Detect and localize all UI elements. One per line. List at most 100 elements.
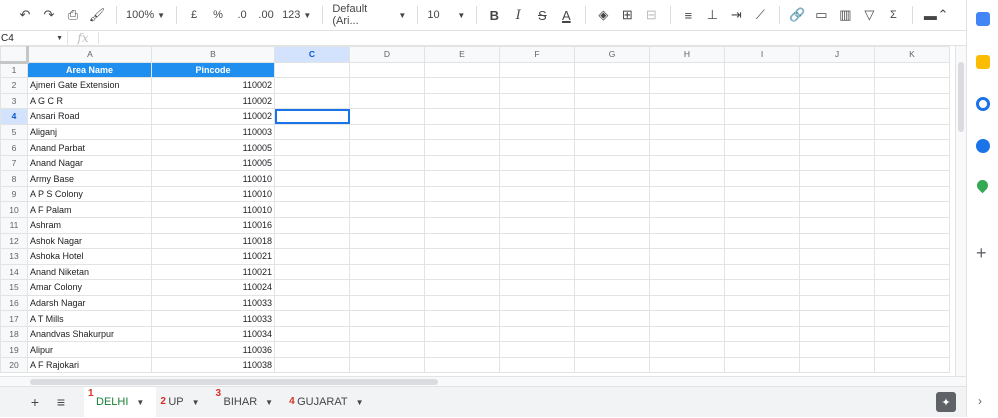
empty-cell[interactable] (424, 325, 500, 343)
comment-icon[interactable]: ▭ (810, 4, 832, 26)
tasks-icon[interactable] (976, 97, 990, 111)
empty-cell[interactable] (649, 201, 725, 219)
empty-cell[interactable] (799, 185, 875, 203)
empty-cell[interactable] (649, 279, 725, 296)
horizontal-scrollbar[interactable] (0, 376, 966, 386)
cell-area-name[interactable]: A P S Colony (27, 185, 152, 203)
font-family-select[interactable]: Default (Ari... ▼ (329, 3, 409, 27)
bold-button[interactable]: B (483, 4, 505, 26)
empty-cell[interactable] (649, 232, 725, 250)
empty-cell[interactable] (649, 61, 725, 79)
contacts-icon[interactable] (976, 139, 990, 153)
cell-area-name[interactable]: A F Palam (27, 201, 152, 219)
empty-cell[interactable] (799, 123, 875, 141)
empty-cell[interactable] (499, 92, 575, 110)
column-header-f[interactable]: F (499, 46, 575, 63)
cell-area-name[interactable]: Aliganj (27, 123, 152, 141)
cell-pincode[interactable]: 110034 (151, 325, 275, 343)
row-header[interactable]: 3 (0, 92, 28, 110)
all-sheets-icon[interactable]: ≡ (50, 391, 72, 413)
empty-cell[interactable] (424, 139, 500, 156)
explore-icon[interactable]: ✦ (936, 392, 956, 412)
empty-cell[interactable] (499, 185, 575, 203)
row-header[interactable]: 6 (0, 139, 28, 156)
sheet-tab-bihar[interactable]: 3 BIHAR ▼ (212, 387, 286, 418)
empty-cell[interactable] (349, 77, 425, 94)
header-cell-area-name[interactable]: Area Name (27, 61, 152, 79)
empty-cell[interactable] (649, 217, 725, 234)
chevron-right-icon[interactable]: › (978, 394, 982, 408)
formula-input[interactable] (105, 31, 966, 45)
empty-cell[interactable] (574, 92, 650, 110)
row-header[interactable]: 18 (0, 325, 28, 343)
empty-cell[interactable] (874, 108, 950, 125)
empty-cell[interactable] (274, 139, 350, 156)
column-header-d[interactable]: D (349, 46, 425, 63)
sheet-tab-up[interactable]: 2 UP ▼ (156, 387, 211, 418)
column-header-k[interactable]: K (874, 46, 950, 63)
cell-area-name[interactable]: Anandvas Shakurpur (27, 325, 152, 343)
empty-cell[interactable] (349, 154, 425, 172)
empty-cell[interactable] (874, 294, 950, 312)
sheet-tab-delhi[interactable]: 1 DELHI ▼ (84, 386, 157, 418)
cell-pincode[interactable]: 110021 (151, 248, 275, 265)
empty-cell[interactable] (574, 263, 650, 281)
empty-cell[interactable] (574, 185, 650, 203)
column-header-i[interactable]: I (724, 46, 800, 63)
horizontal-scrollbar-thumb[interactable] (30, 379, 438, 385)
empty-cell[interactable] (499, 232, 575, 250)
empty-cell[interactable] (574, 279, 650, 296)
empty-cell[interactable] (424, 248, 500, 265)
italic-button[interactable]: I (507, 4, 529, 26)
empty-cell[interactable] (499, 201, 575, 219)
empty-cell[interactable] (349, 185, 425, 203)
empty-cell[interactable] (724, 294, 800, 312)
chevron-down-icon[interactable]: ▼ (265, 398, 273, 407)
chevron-down-icon[interactable]: ▼ (136, 398, 144, 407)
row-header[interactable]: 10 (0, 201, 28, 219)
empty-cell[interactable] (874, 248, 950, 265)
empty-cell[interactable] (349, 108, 425, 125)
empty-cell[interactable] (649, 170, 725, 187)
empty-cell[interactable] (349, 232, 425, 250)
row-header[interactable]: 15 (0, 279, 28, 296)
empty-cell[interactable] (499, 170, 575, 187)
fill-color-icon[interactable]: ◈ (592, 4, 614, 26)
vertical-align-icon[interactable]: ⊥ (701, 4, 723, 26)
empty-cell[interactable] (424, 232, 500, 250)
empty-cell[interactable] (724, 325, 800, 343)
empty-cell[interactable] (424, 154, 500, 172)
empty-cell[interactable] (274, 325, 350, 343)
empty-cell[interactable] (424, 341, 500, 358)
empty-cell[interactable] (799, 108, 875, 125)
empty-cell[interactable] (724, 108, 800, 125)
strikethrough-button[interactable]: S (531, 4, 553, 26)
empty-cell[interactable] (724, 263, 800, 281)
empty-cell[interactable] (649, 310, 725, 327)
empty-cell[interactable] (274, 92, 350, 110)
empty-cell[interactable] (874, 170, 950, 187)
column-header-j[interactable]: J (799, 46, 875, 63)
empty-cell[interactable] (574, 248, 650, 265)
empty-cell[interactable] (274, 154, 350, 172)
empty-cell[interactable] (874, 310, 950, 327)
row-header[interactable]: 16 (0, 294, 28, 312)
empty-cell[interactable] (724, 61, 800, 79)
header-cell-pincode[interactable]: Pincode (151, 61, 275, 79)
empty-cell[interactable] (349, 279, 425, 296)
empty-cell[interactable] (274, 263, 350, 281)
empty-cell[interactable] (724, 92, 800, 110)
empty-cell[interactable] (874, 154, 950, 172)
cell-pincode[interactable]: 110010 (151, 201, 275, 219)
undo-icon[interactable]: ↶ (14, 4, 36, 26)
row-header[interactable]: 20 (0, 356, 28, 374)
cell-area-name[interactable]: A T Mills (27, 310, 152, 327)
cell-area-name[interactable]: A G C R (27, 92, 152, 110)
empty-cell[interactable] (799, 232, 875, 250)
empty-cell[interactable] (799, 248, 875, 265)
empty-cell[interactable] (274, 185, 350, 203)
empty-cell[interactable] (574, 61, 650, 79)
empty-cell[interactable] (574, 294, 650, 312)
empty-cell[interactable] (499, 248, 575, 265)
empty-cell[interactable] (574, 77, 650, 94)
